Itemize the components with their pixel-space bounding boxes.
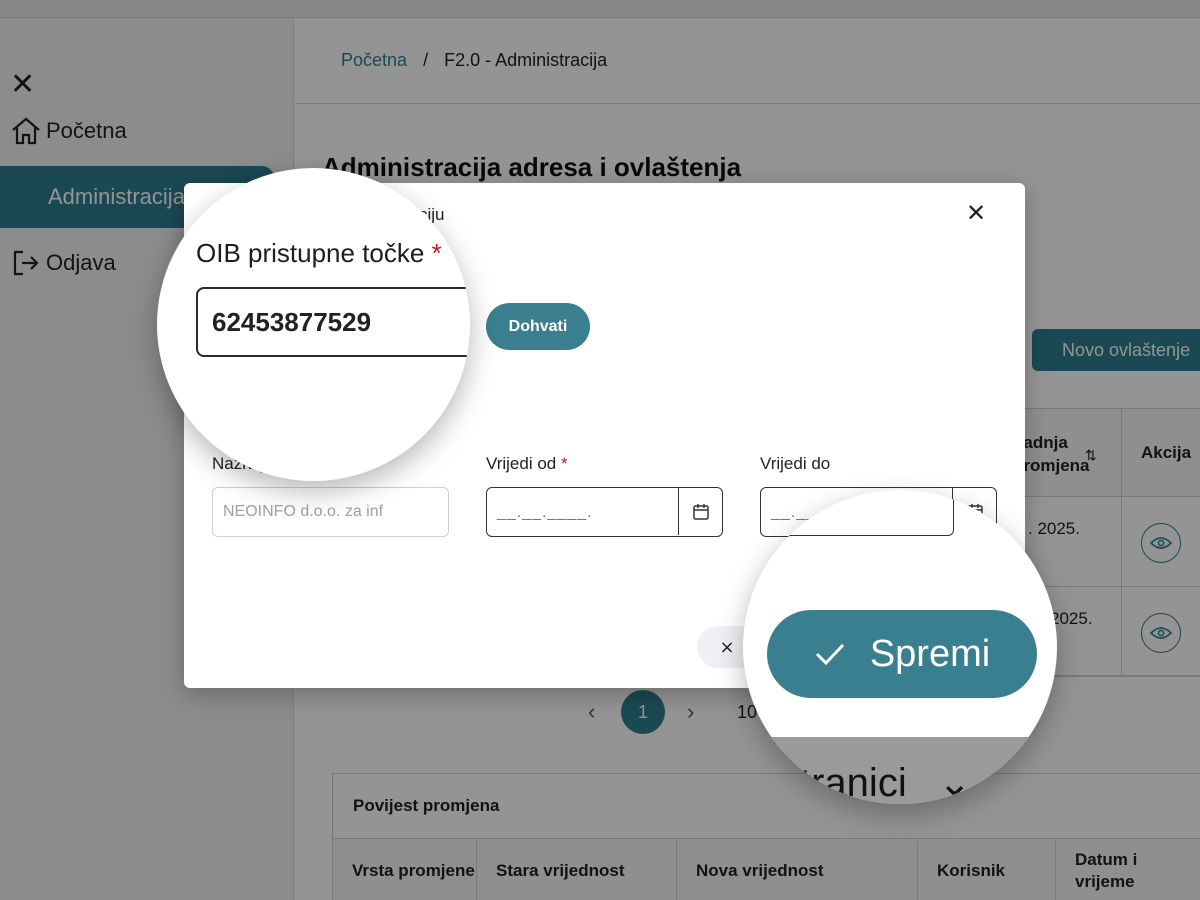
oib-field[interactable]: 62453877529 (196, 287, 470, 357)
valid-to-label: Vrijedi do (760, 454, 831, 473)
magnifier-save: tranici ⌄ Spremi (743, 490, 1057, 804)
valid-from-value: __.__.____. (497, 504, 593, 521)
page-size-label-fragment: tranici ⌄ (800, 760, 972, 804)
calendar-icon[interactable] (678, 488, 722, 535)
close-icon[interactable]: ✕ (966, 201, 986, 225)
fetch-button[interactable]: Dohvati (486, 303, 590, 350)
valid-from-label: Vrijedi od * (486, 454, 568, 473)
required-mark: * (431, 238, 442, 268)
check-icon (814, 641, 846, 667)
save-button-label: Spremi (869, 632, 991, 675)
required-mark: * (560, 454, 568, 473)
name-field[interactable]: NEOINFO d.o.o. za inf (212, 487, 449, 537)
valid-from-field[interactable]: __.__.____. (486, 487, 723, 537)
valid-to-field-magnified (760, 490, 954, 536)
magnifier-oib: OIB pristupne točke * 62453877529 (157, 168, 470, 481)
save-button[interactable]: Spremi (767, 610, 1037, 698)
chevron-down-icon[interactable]: ⌄ (938, 760, 972, 804)
oib-label: OIB pristupne točke * (196, 238, 442, 268)
